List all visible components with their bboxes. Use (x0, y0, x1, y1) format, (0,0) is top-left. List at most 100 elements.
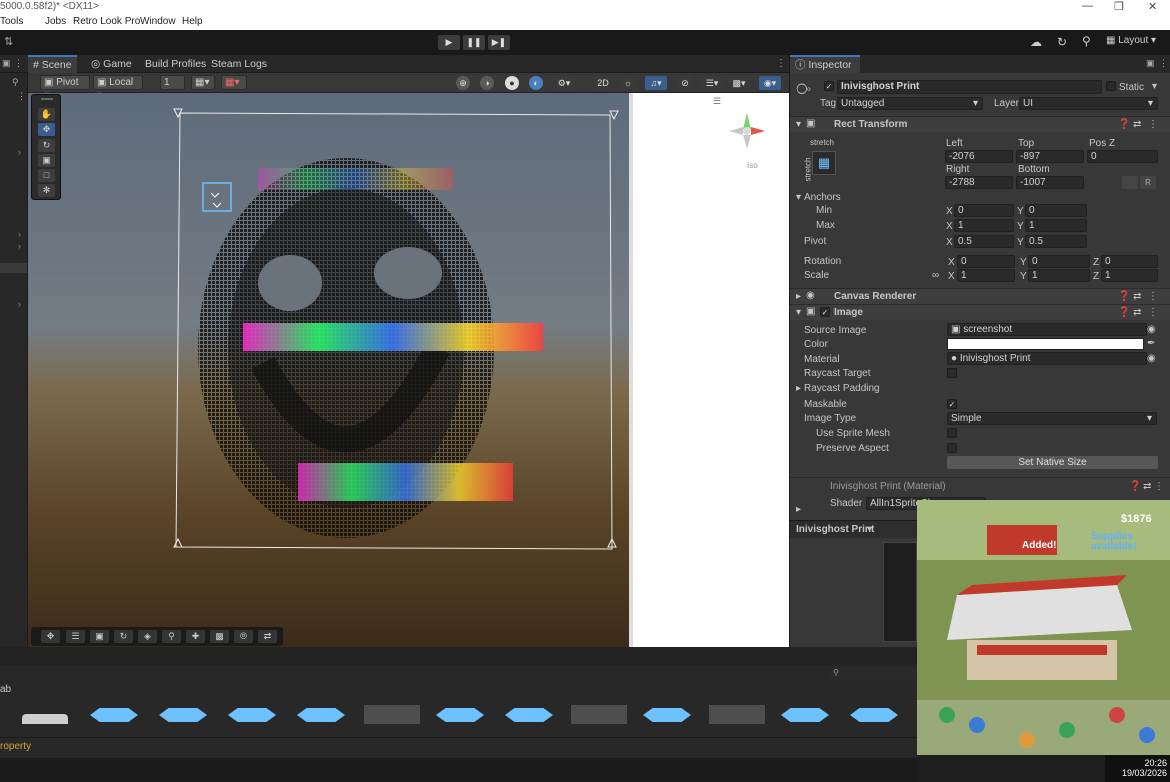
component-menu-icon[interactable]: ⋮ (1154, 481, 1164, 492)
audio-toggle-icon[interactable]: ♫▾ (645, 76, 667, 90)
tag-dropdown[interactable]: Untagged ▾ (837, 97, 983, 110)
orientation-gizmo[interactable] (725, 109, 769, 153)
search-icon[interactable]: ⚲ (1082, 34, 1091, 48)
rect-transform-header[interactable]: ▾ ▣ Rect Transform ❓ ⇄ ⋮ (790, 116, 1170, 132)
component-menu-icon[interactable]: ⋮ (1148, 119, 1158, 130)
menu-item-retro-look-pro[interactable]: Retro Look Pro (73, 16, 140, 27)
fx-hidden-icon[interactable]: ⊘ (678, 76, 692, 90)
tab-game[interactable]: ◎ Game (86, 55, 137, 73)
anchor-min-x-field[interactable]: 0 (954, 204, 1014, 217)
inspector-options-icon[interactable]: ⋮ (1159, 58, 1168, 69)
minimize-icon[interactable]: — (1082, 0, 1093, 12)
hierarchy-search-icon[interactable]: ⚲ (12, 77, 19, 88)
draw-mode-icon[interactable]: ⊕ (456, 76, 470, 90)
sprite-asset-icon[interactable] (159, 708, 207, 722)
sprite-asset-icon[interactable] (850, 708, 898, 722)
use-sprite-mesh-checkbox[interactable] (947, 428, 957, 438)
static-checkbox[interactable] (1106, 81, 1116, 91)
pivot-dropdown[interactable]: ▣ Pivot ▾ (40, 75, 90, 101)
posz-field[interactable]: 0 (1087, 150, 1158, 163)
object-name-field[interactable]: Inivisghost Print (837, 80, 1102, 94)
compass-icon[interactable]: ⦾ (234, 630, 253, 643)
canvas-renderer-header[interactable]: ▸ ◉ Canvas Renderer ❓ ⇄ ⋮ (790, 288, 1170, 304)
expand-arrow-icon[interactable]: ▸ (796, 504, 801, 515)
texture-asset-thumbnail[interactable] (364, 705, 420, 724)
expand-arrow-icon[interactable]: ▸ (796, 291, 801, 302)
history-icon[interactable]: ↻ (1057, 35, 1067, 49)
expand-arrow-icon[interactable]: ▸ (796, 383, 801, 394)
transform-tool-icon[interactable]: ✻ (38, 184, 55, 197)
local-dropdown[interactable]: ▣ Local ▾ (93, 75, 143, 101)
sliders-icon[interactable]: ☰ (66, 630, 85, 643)
scale-x-field[interactable]: 1 (957, 269, 1015, 282)
kebab-menu-icon[interactable]: ⋮ (14, 58, 23, 69)
image-enabled-checkbox[interactable]: ✓ (820, 307, 830, 317)
active-checkbox[interactable]: ✓ (824, 81, 834, 91)
menu-item-help[interactable]: Help (182, 16, 203, 27)
project-search-input[interactable]: ⚲ (830, 668, 917, 680)
project-breadcrumb[interactable]: ab (0, 684, 11, 695)
camera-dropdown[interactable]: ▩▾ (728, 76, 750, 90)
rotation-z-field[interactable]: 0 (1101, 255, 1158, 268)
scale-y-field[interactable]: 1 (1028, 269, 1090, 282)
help-icon[interactable]: ❓ (1118, 307, 1130, 318)
anchor-max-x-field[interactable]: 1 (954, 219, 1014, 232)
raw-edit-button[interactable]: R (1140, 176, 1156, 189)
scale-tool-icon[interactable]: ▣ (38, 154, 55, 167)
expand-arrow-icon[interactable]: › (18, 147, 21, 157)
help-icon[interactable]: ❓ (1118, 119, 1130, 130)
sprite-asset-icon[interactable] (297, 708, 345, 722)
grid-visibility-dropdown[interactable]: ▦▾ (221, 75, 247, 90)
hand-tool-icon[interactable]: ✋ (38, 108, 55, 121)
sprite-asset-icon[interactable] (436, 708, 484, 722)
grid-snap-dropdown[interactable]: ▦▾ (191, 75, 215, 90)
shading-wire-icon[interactable]: ◑ (480, 76, 494, 90)
close-icon[interactable]: ✕ (1148, 0, 1157, 13)
anchor-preset-button[interactable]: ▦ (812, 151, 836, 175)
maskable-checkbox[interactable]: ✓ (947, 399, 957, 409)
scene-viewport[interactable] (28, 93, 629, 647)
rotation-y-field[interactable]: 0 (1028, 255, 1090, 268)
static-dropdown-icon[interactable]: ▾ (1152, 81, 1157, 92)
component-menu-icon[interactable]: ⋮ (1148, 307, 1158, 318)
layer-dropdown[interactable]: UI ▾ (1019, 97, 1158, 110)
sprite-asset-icon[interactable] (228, 708, 276, 722)
preserve-aspect-checkbox[interactable] (947, 443, 957, 453)
top-field[interactable]: -897 (1016, 150, 1084, 163)
help-icon[interactable]: ❓ (1118, 291, 1130, 302)
scene-options-icon[interactable]: ⋮ (776, 58, 786, 69)
texture-asset-thumbnail[interactable] (709, 705, 765, 724)
tab-scene[interactable]: # Scene (28, 55, 77, 73)
bottom-field[interactable]: -1007 (1016, 176, 1084, 189)
object-picker-icon[interactable]: ◉ (1147, 353, 1156, 364)
preview-dropdown-icon[interactable]: ▾ (867, 524, 872, 535)
expand-arrow-icon[interactable]: › (18, 241, 21, 251)
help-icon[interactable]: ❓ (1129, 481, 1141, 492)
move-tool-icon[interactable]: ✥ (38, 123, 55, 136)
left-field[interactable]: -2076 (945, 150, 1013, 163)
object-picker-icon[interactable]: ◉ (1147, 324, 1156, 335)
texture-asset-thumbnail[interactable] (571, 705, 627, 724)
menu-item-window[interactable]: Window (140, 16, 176, 27)
image-header[interactable]: ▾ ▣ ✓ Image ❓ ⇄ ⋮ (790, 304, 1170, 320)
step-button[interactable]: ▶❚ (488, 35, 510, 50)
shuffle-icon[interactable]: ⇄ (258, 630, 277, 643)
tab-inspector[interactable]: ⓘ Inspector (790, 55, 860, 73)
sprite-asset-icon[interactable] (643, 708, 691, 722)
collapse-arrow-icon[interactable]: ▾ (796, 307, 801, 318)
render-debug-dropdown[interactable]: ⚙▾ (553, 76, 575, 90)
color-swatch[interactable] (947, 338, 1144, 350)
menu-item-jobs[interactable]: Jobs (45, 16, 66, 27)
lock-icon[interactable]: ▣ (1146, 58, 1155, 69)
material-field[interactable]: ● Inivisghost Print (947, 352, 1147, 365)
preset-icon[interactable]: ⇄ (1133, 291, 1141, 302)
constrain-proportions-icon[interactable]: ∞ (932, 270, 939, 281)
layers-icon[interactable]: ◈ (138, 630, 157, 643)
tab-build-profiles[interactable]: Build Profiles (140, 55, 211, 73)
lock-icon[interactable]: ▣ (2, 58, 11, 69)
expand-arrow-icon[interactable]: › (18, 229, 21, 239)
layers-dropdown[interactable]: ☰▾ (701, 76, 723, 90)
pause-button[interactable]: ❚❚ (463, 35, 485, 50)
palette-grip[interactable] (41, 98, 53, 100)
selected-image-graphic[interactable] (28, 93, 629, 647)
